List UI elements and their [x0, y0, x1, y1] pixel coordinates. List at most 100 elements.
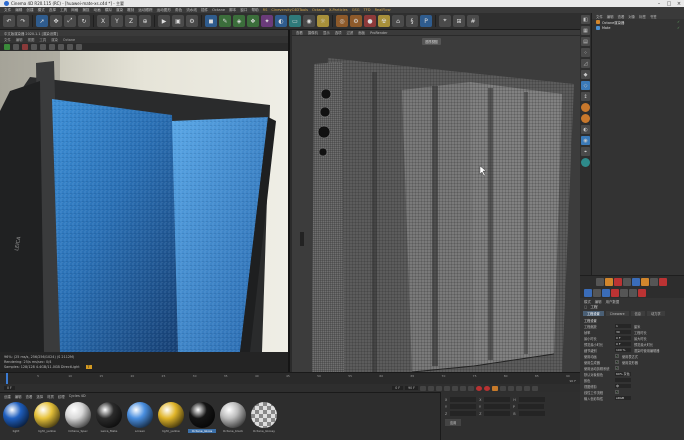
attribute-mode-item[interactable]: 用户数据 — [606, 299, 620, 304]
timeline[interactable]: 051015202530354045505560657075808590 90 … — [0, 372, 580, 385]
coordinate-system-icon[interactable]: ⊕ — [139, 15, 151, 27]
delete-icon[interactable] — [638, 288, 646, 297]
viewport-menu-item[interactable]: 面板 — [358, 30, 365, 35]
menu-item[interactable]: Octane — [212, 8, 225, 12]
viewport-menu-item[interactable]: 查看 — [296, 30, 303, 35]
attribute-subtab[interactable]: 信息 — [630, 311, 645, 316]
param-key-icon[interactable] — [524, 385, 530, 391]
material-swatch[interactable]: screen — [126, 402, 154, 433]
axis-mode-icon[interactable]: ↕ — [581, 92, 590, 101]
viewport-menu-item[interactable]: ProRender — [370, 31, 387, 35]
zoom-icon[interactable] — [67, 44, 73, 50]
start-render-icon[interactable] — [4, 44, 10, 50]
position-key-icon[interactable] — [500, 385, 506, 391]
z-axis-icon[interactable]: Z — [125, 15, 137, 27]
material-preview-sphere[interactable] — [96, 402, 122, 428]
menu-item[interactable]: 模拟 — [105, 8, 112, 13]
plugin-menu-item[interactable]: TFD — [364, 8, 371, 12]
region-render-icon[interactable] — [40, 44, 46, 50]
menu-item[interactable]: 脚本 — [229, 8, 236, 13]
attribute-value-field[interactable]: 100 % — [615, 348, 631, 352]
menu-item[interactable]: 角色 — [175, 8, 182, 13]
timeline-ruler[interactable]: 051015202530354045505560657075808590 — [6, 374, 574, 379]
render-view-icon[interactable]: ▶ — [158, 15, 170, 27]
texture-mode-icon[interactable]: ▦ — [581, 26, 590, 35]
menu-item[interactable]: 模式 — [38, 8, 45, 13]
cloner-icon[interactable] — [650, 277, 658, 286]
material-swatch[interactable]: Leica_Mate — [95, 402, 123, 433]
material-preview-sphere[interactable] — [34, 402, 60, 428]
gear-icon[interactable] — [593, 288, 601, 297]
lock-icon[interactable] — [49, 44, 55, 50]
attribute-value-field[interactable]: 0 F — [615, 342, 631, 346]
attribute-subtab[interactable]: 工程设置 — [583, 311, 604, 316]
go-to-start-icon[interactable] — [420, 385, 426, 391]
record-icon[interactable] — [614, 277, 622, 286]
attribute-value-field[interactable]: 30 — [615, 330, 631, 334]
material-swatch[interactable]: Octane_black — [219, 402, 247, 433]
viewport-menu-item[interactable]: 显示 — [323, 30, 330, 35]
menu-item[interactable]: 选择 — [49, 8, 56, 13]
key-selection-icon[interactable] — [492, 385, 498, 391]
menu-item[interactable]: 创建 — [26, 8, 33, 13]
move-icon[interactable]: ✥ — [50, 15, 62, 27]
mograph-cloner-icon[interactable]: ✦ — [261, 15, 273, 27]
workplane-mode-icon[interactable]: ▤ — [581, 37, 590, 46]
object-manager-menu-item[interactable]: 编辑 — [607, 14, 614, 19]
coord-z-field[interactable] — [450, 411, 477, 416]
array-icon[interactable]: ❖ — [247, 15, 259, 27]
prev-key-icon[interactable] — [428, 385, 434, 391]
film-icon[interactable] — [596, 277, 604, 286]
material-name[interactable]: Octane_black — [219, 429, 247, 433]
plugin-menu-item[interactable]: Octane — [312, 8, 325, 12]
radiation-icon[interactable]: ☢ — [378, 15, 390, 27]
x-axis-icon[interactable]: X — [97, 15, 109, 27]
octane-icon[interactable] — [605, 277, 613, 286]
undo-icon[interactable]: ↶ — [3, 15, 15, 27]
material-preview-sphere[interactable] — [251, 402, 277, 428]
grid-icon[interactable]: # — [467, 15, 479, 27]
material-name[interactable]: Octane_Gloss — [188, 429, 216, 433]
material-preview-sphere[interactable] — [220, 402, 246, 428]
attribute-subtab[interactable]: 动力学 — [646, 311, 665, 316]
render-menu-item[interactable]: 渲染 — [51, 37, 58, 42]
object-manager-menu-item[interactable]: 文件 — [596, 14, 603, 19]
attribute-checkbox[interactable]: ✓ — [615, 366, 619, 370]
plugin-menu-item[interactable]: X-Particles — [329, 8, 348, 12]
attribute-mode-item[interactable]: 模式 — [584, 299, 591, 304]
material-preview-sphere[interactable] — [65, 402, 91, 428]
material-preview-sphere[interactable] — [158, 402, 184, 428]
scale-icon[interactable]: ⤢ — [64, 15, 76, 27]
attribute-value-field[interactable] — [615, 378, 631, 382]
render-menu-item[interactable]: Octane — [63, 38, 75, 42]
material-menu-item[interactable]: Cycles 4D — [69, 394, 86, 398]
camera-icon[interactable]: ◉ — [303, 15, 315, 27]
go-to-end-icon[interactable] — [468, 385, 474, 391]
snap-icon[interactable]: ⌖ — [439, 15, 451, 27]
material-menu-item[interactable]: 纹理 — [58, 394, 65, 399]
prev-frame-icon[interactable] — [436, 385, 442, 391]
material-name[interactable]: light_yellow — [157, 429, 185, 433]
end-frame-field[interactable]: 90 F — [405, 386, 418, 390]
rot-p-field[interactable] — [517, 404, 544, 409]
attribute-checkbox[interactable]: ✓ — [615, 360, 619, 364]
attribute-value-field[interactable]: 中 — [615, 384, 631, 388]
magnet-icon[interactable] — [611, 288, 619, 297]
box-icon[interactable] — [620, 288, 628, 297]
live-selection-icon[interactable]: ➚ — [36, 15, 48, 27]
render-menu-item[interactable]: 工具 — [39, 37, 46, 42]
next-frame-icon[interactable] — [452, 385, 458, 391]
perspective-viewport[interactable]: 查看 摄像机 显示 选项 过滤 面板 ProRender 透视视图 — [292, 30, 580, 372]
viewport-menu-item[interactable]: 选项 — [335, 30, 342, 35]
size-y-field[interactable] — [483, 404, 510, 409]
stop-render-icon[interactable] — [22, 44, 28, 50]
menu-item[interactable]: 捕捉 — [82, 8, 89, 13]
uvw-mode-icon[interactable]: ◇ — [581, 81, 590, 90]
workplane-icon[interactable]: ⊞ — [453, 15, 465, 27]
menu-item[interactable]: 文件 — [4, 8, 11, 13]
link-icon[interactable] — [629, 288, 637, 297]
attribute-checkbox[interactable]: ✓ — [615, 390, 619, 394]
scale-key-icon[interactable] — [508, 385, 514, 391]
octane-live-viewer-icon[interactable]: ◎ — [336, 15, 348, 27]
menu-item[interactable]: 运动图形 — [157, 8, 171, 13]
